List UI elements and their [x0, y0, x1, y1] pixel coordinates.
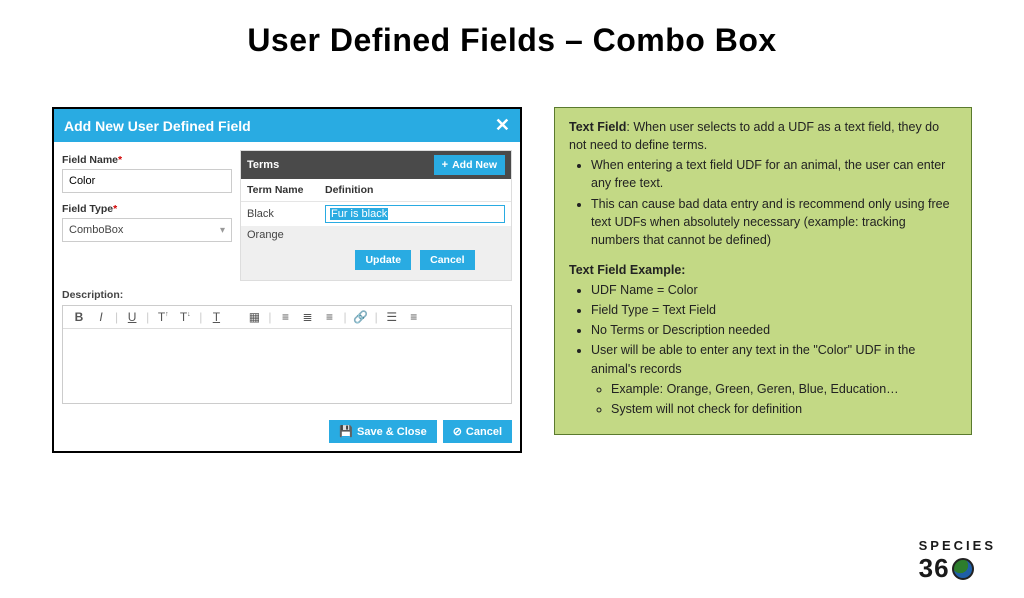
font-size-icon[interactable]: T↑ — [153, 310, 173, 324]
list-item: Example: Orange, Green, Geren, Blue, Edu… — [611, 380, 957, 398]
indent-icon[interactable]: ▦ — [244, 310, 264, 324]
align-center-icon[interactable]: ≣ — [298, 310, 318, 324]
field-name-label: Field Name* — [62, 154, 232, 166]
modal-body: Field Name* Field Type* ComboBox Terms +… — [54, 142, 520, 281]
info-callout: Text Field: When user selects to add a U… — [554, 107, 972, 435]
terms-columns: Term Name Definition — [241, 179, 511, 202]
bold-icon[interactable]: B — [69, 310, 89, 324]
term-actions-row: Update Cancel — [241, 244, 511, 280]
cancel-button[interactable]: ⊘Cancel — [443, 420, 512, 443]
align-left-icon[interactable]: ≡ — [276, 310, 296, 324]
callout-bullets-2: UDF Name = Color Field Type = Text Field… — [591, 281, 957, 418]
unordered-list-icon[interactable]: ≡ — [404, 310, 424, 324]
modal-header: Add New User Defined Field ✕ — [54, 109, 520, 142]
term-row[interactable]: Orange — [241, 226, 511, 244]
page-title: User Defined Fields – Combo Box — [0, 22, 1024, 59]
list-item: User will be able to enter any text in t… — [591, 341, 957, 418]
term-row[interactable]: Black Fur is black — [241, 202, 511, 226]
field-type-label: Field Type* — [62, 203, 232, 215]
list-item: When entering a text field UDF for an an… — [591, 156, 957, 192]
term-name-cell: Orange — [247, 229, 325, 241]
modal-title: Add New User Defined Field — [64, 118, 251, 134]
close-icon[interactable]: ✕ — [495, 115, 510, 136]
update-button[interactable]: Update — [355, 250, 411, 270]
term-name-cell: Black — [247, 208, 325, 220]
left-fields-col: Field Name* Field Type* ComboBox — [62, 150, 232, 281]
list-item: No Terms or Description needed — [591, 321, 957, 339]
ordered-list-icon[interactable]: ☰ — [382, 310, 402, 324]
font-size-down-icon[interactable]: T↓ — [175, 310, 195, 324]
globe-icon — [952, 558, 974, 580]
list-item: This can cause bad data entry and is rec… — [591, 195, 957, 249]
callout-section-header: Text Field Example: — [569, 261, 957, 279]
rich-text-editor: B I | U | T↑ T↓ | T ▦ | ≡ ≣ ≡ | 🔗 | ☰ ≡ — [62, 305, 512, 404]
cancel-icon: ⊘ — [453, 425, 462, 438]
plus-icon: + — [442, 159, 448, 171]
rte-toolbar: B I | U | T↑ T↓ | T ▦ | ≡ ≣ ≡ | 🔗 | ☰ ≡ — [63, 306, 511, 329]
logo-line2: 360 — [919, 553, 996, 584]
link-icon[interactable]: 🔗 — [351, 310, 371, 324]
rte-textarea[interactable] — [63, 329, 511, 403]
terms-header: Terms +Add New — [241, 151, 511, 179]
font-color-icon[interactable]: T — [206, 310, 226, 324]
callout-bullets-1: When entering a text field UDF for an an… — [591, 156, 957, 249]
list-item: System will not check for definition — [611, 400, 957, 418]
col-term-name: Term Name — [247, 184, 325, 196]
save-icon: 💾 — [339, 425, 353, 438]
udf-modal: Add New User Defined Field ✕ Field Name*… — [52, 107, 522, 453]
definition-input[interactable]: Fur is black — [325, 205, 505, 223]
terms-header-label: Terms — [247, 159, 279, 171]
italic-icon[interactable]: I — [91, 310, 111, 324]
underline-icon[interactable]: U — [122, 310, 142, 324]
cancel-term-button[interactable]: Cancel — [420, 250, 474, 270]
terms-panel: Terms +Add New Term Name Definition Blac… — [240, 150, 512, 281]
content-row: Add New User Defined Field ✕ Field Name*… — [0, 107, 1024, 453]
species360-logo: SPECIES 360 — [919, 538, 996, 584]
callout-lead: Text Field: When user selects to add a U… — [569, 118, 957, 154]
add-new-button[interactable]: +Add New — [434, 155, 505, 175]
save-close-button[interactable]: 💾Save & Close — [329, 420, 436, 443]
align-right-icon[interactable]: ≡ — [320, 310, 340, 324]
field-type-select[interactable]: ComboBox — [62, 218, 232, 242]
list-item: UDF Name = Color — [591, 281, 957, 299]
field-type-value: ComboBox — [69, 224, 123, 236]
description-label: Description: — [54, 289, 520, 301]
modal-footer: 💾Save & Close ⊘Cancel — [54, 414, 520, 451]
logo-line1: SPECIES — [919, 538, 996, 553]
field-name-input[interactable] — [62, 169, 232, 193]
col-definition: Definition — [325, 184, 505, 196]
list-item: Field Type = Text Field — [591, 301, 957, 319]
